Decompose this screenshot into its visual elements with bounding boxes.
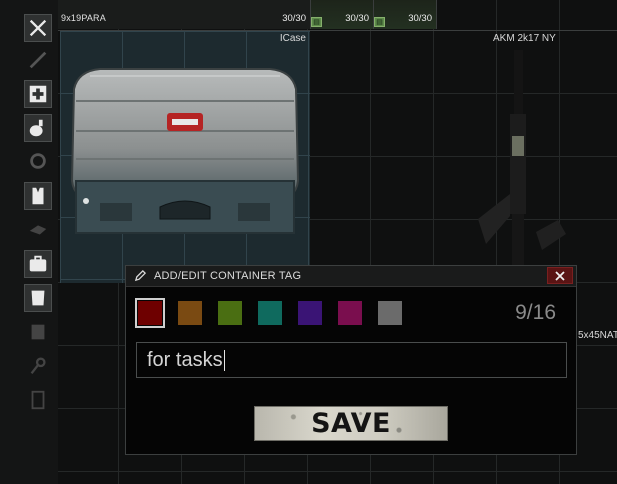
color-swatch[interactable]	[178, 301, 202, 325]
ammo-item-9x19[interactable]: 9x19PARA 30/30	[58, 0, 311, 29]
armor-category-button[interactable]	[24, 284, 52, 312]
melee-category-button[interactable]	[24, 46, 52, 74]
special-category-button[interactable]	[24, 386, 52, 414]
save-button[interactable]: SAVE	[254, 406, 448, 441]
magazine-count: 30/30	[345, 13, 369, 24]
container-tag-dialog: ADD/EDIT CONTAINER TAG 9/16 for tasks SA…	[125, 265, 577, 455]
close-button[interactable]	[547, 267, 573, 284]
tools-category-button[interactable]	[24, 14, 52, 42]
pencil-icon	[134, 269, 147, 282]
mods-icon	[29, 225, 47, 235]
info-icon	[31, 324, 45, 340]
grenade-icon	[29, 119, 43, 137]
category-sidebar	[0, 0, 59, 484]
tag-name-input[interactable]: for tasks	[136, 342, 567, 378]
medical-category-button[interactable]	[24, 80, 52, 108]
save-button-label: SAVE	[311, 408, 391, 439]
color-swatch[interactable]	[338, 301, 362, 325]
item-name-label: 5x45NAT	[578, 330, 617, 341]
dialog-header: ADD/EDIT CONTAINER TAG	[126, 266, 576, 287]
tag-input-value: for tasks	[147, 349, 223, 371]
special-icon	[31, 390, 45, 410]
dialog-title: ADD/EDIT CONTAINER TAG	[154, 270, 302, 282]
medical-icon	[29, 85, 47, 103]
barter-icon	[30, 153, 46, 169]
mods-category-button[interactable]	[24, 215, 52, 243]
barter-category-button[interactable]	[24, 147, 52, 175]
character-counter: 9/16	[515, 301, 556, 324]
color-swatch[interactable]	[218, 301, 242, 325]
color-swatch[interactable]	[298, 301, 322, 325]
case-image	[70, 68, 300, 234]
text-caret	[223, 350, 225, 372]
magazine-item[interactable]: ▤ 30/30	[311, 0, 374, 29]
containers-icon	[29, 255, 47, 272]
color-swatch[interactable]	[135, 298, 165, 328]
keys-icon	[30, 357, 46, 375]
ammo-row: 9x19PARA 30/30 ▤ 30/30 ▤ 30/30	[58, 0, 617, 31]
keys-category-button[interactable]	[24, 352, 52, 380]
magazine-tag-icon: ▤	[311, 17, 322, 27]
rig-category-button[interactable]	[24, 182, 52, 210]
armor-icon	[31, 290, 45, 306]
containers-category-button[interactable]	[24, 250, 52, 278]
close-icon	[555, 270, 565, 281]
magazine-item[interactable]: ▤ 30/30	[374, 0, 437, 29]
ammo-count: 30/30	[282, 13, 306, 24]
icase-item[interactable]: ICase	[60, 31, 310, 283]
info-category-button[interactable]	[24, 318, 52, 346]
item-name-label: AKM 2k17 NY	[493, 33, 556, 44]
rig-icon	[32, 187, 44, 205]
magazine-tag-icon: ▤	[374, 17, 385, 27]
magazine-count: 30/30	[408, 13, 432, 24]
grenade-category-button[interactable]	[24, 114, 52, 142]
ammo-label: 9x19PARA	[61, 13, 106, 23]
tools-icon	[29, 19, 47, 37]
melee-icon	[29, 51, 47, 69]
color-swatch[interactable]	[258, 301, 282, 325]
color-swatch[interactable]	[378, 301, 402, 325]
rifle-image	[478, 50, 566, 274]
